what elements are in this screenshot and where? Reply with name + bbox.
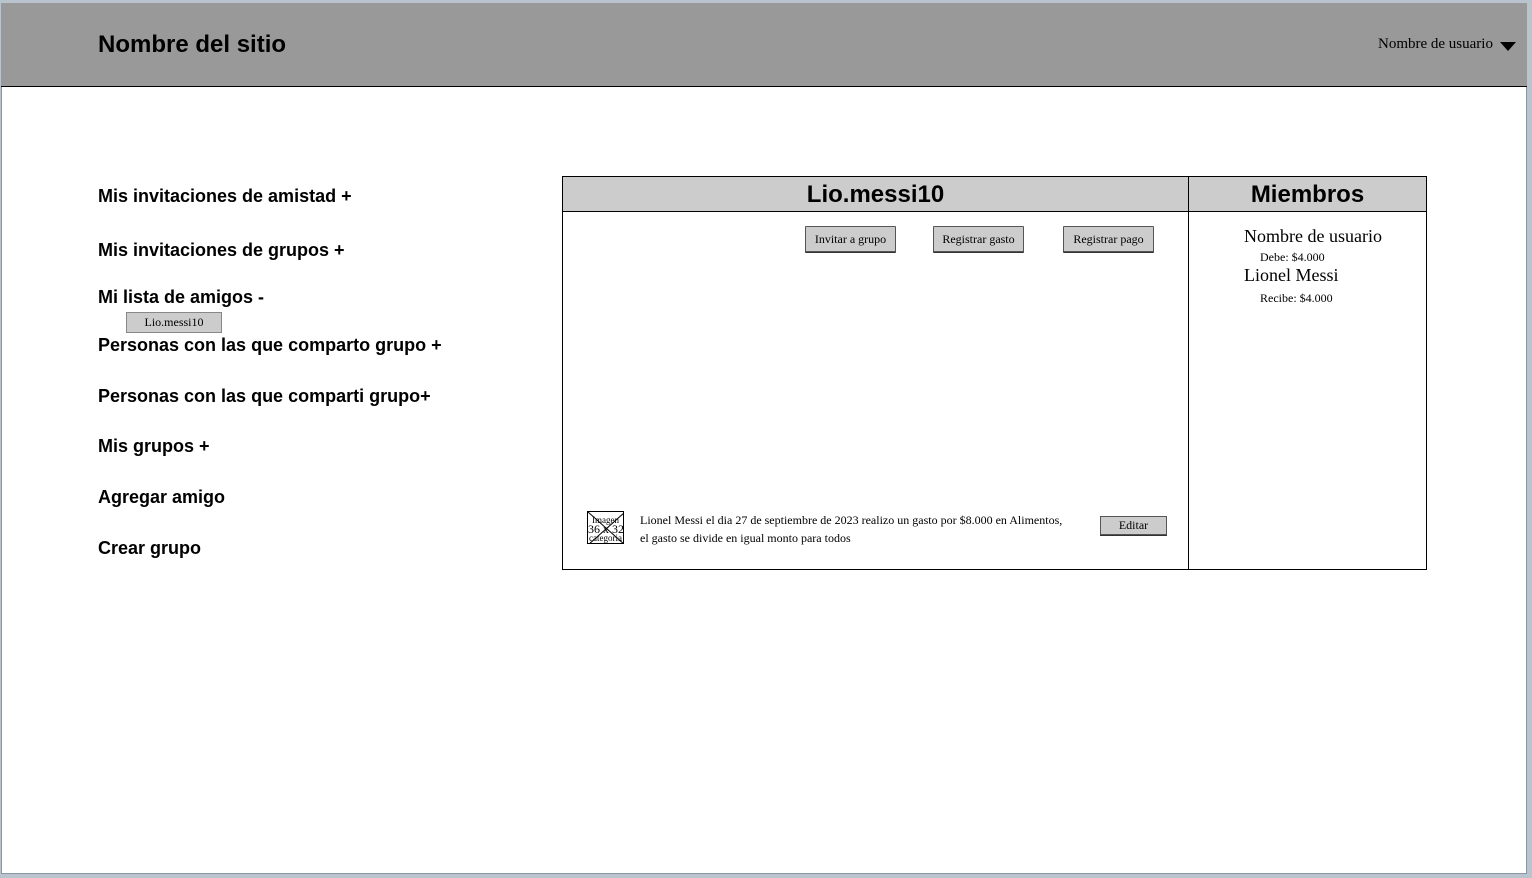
invite-to-group-button[interactable]: Invitar a grupo <box>805 226 896 252</box>
add-friend-link[interactable]: Agregar amigo <box>98 487 225 508</box>
image-label-bottom: categoria <box>589 533 622 543</box>
chevron-down-icon <box>1499 41 1516 51</box>
friend-invitations-link[interactable]: Mis invitaciones de amistad + <box>98 186 352 207</box>
friend-list-link[interactable]: Mi lista de amigos - <box>98 287 264 308</box>
group-invitations-link[interactable]: Mis invitaciones de grupos + <box>98 240 345 261</box>
register-payment-button[interactable]: Registrar pago <box>1063 226 1154 252</box>
site-title: Nombre del sitio <box>98 31 287 58</box>
category-image: Imagen 36 x 32 categoria <box>587 511 624 544</box>
user-menu-label: Nombre de usuario <box>1378 36 1493 52</box>
user-menu[interactable]: Nombre de usuario <box>1378 36 1516 53</box>
member-balance: Recibe: $4.000 <box>1260 291 1333 305</box>
create-group-link[interactable]: Crear grupo <box>98 538 201 559</box>
shared-group-with-link[interactable]: Personas con las que comparti grupo+ <box>98 386 431 407</box>
member-name: Nombre de usuario <box>1244 226 1382 246</box>
friend-item[interactable]: Lio.messi10 <box>126 312 222 333</box>
member-balance: Debe: $4.000 <box>1260 250 1325 264</box>
member-name: Lionel Messi <box>1244 265 1339 285</box>
edit-expense-button[interactable]: Editar <box>1100 516 1167 535</box>
sharing-group-with-link[interactable]: Personas con las que comparto grupo + <box>98 335 442 356</box>
expense-description: Lionel Messi el dia 27 de septiembre de … <box>640 511 1080 547</box>
register-expense-button[interactable]: Registrar gasto <box>933 226 1024 252</box>
my-groups-link[interactable]: Mis grupos + <box>98 436 210 457</box>
members-title: Miembros <box>1189 177 1426 212</box>
expense-line-1: Lionel Messi el dia 27 de septiembre de … <box>640 513 1063 527</box>
panel-title: Lio.messi10 <box>563 177 1188 212</box>
expense-line-2: el gasto se divide en igual monto para t… <box>640 531 851 545</box>
